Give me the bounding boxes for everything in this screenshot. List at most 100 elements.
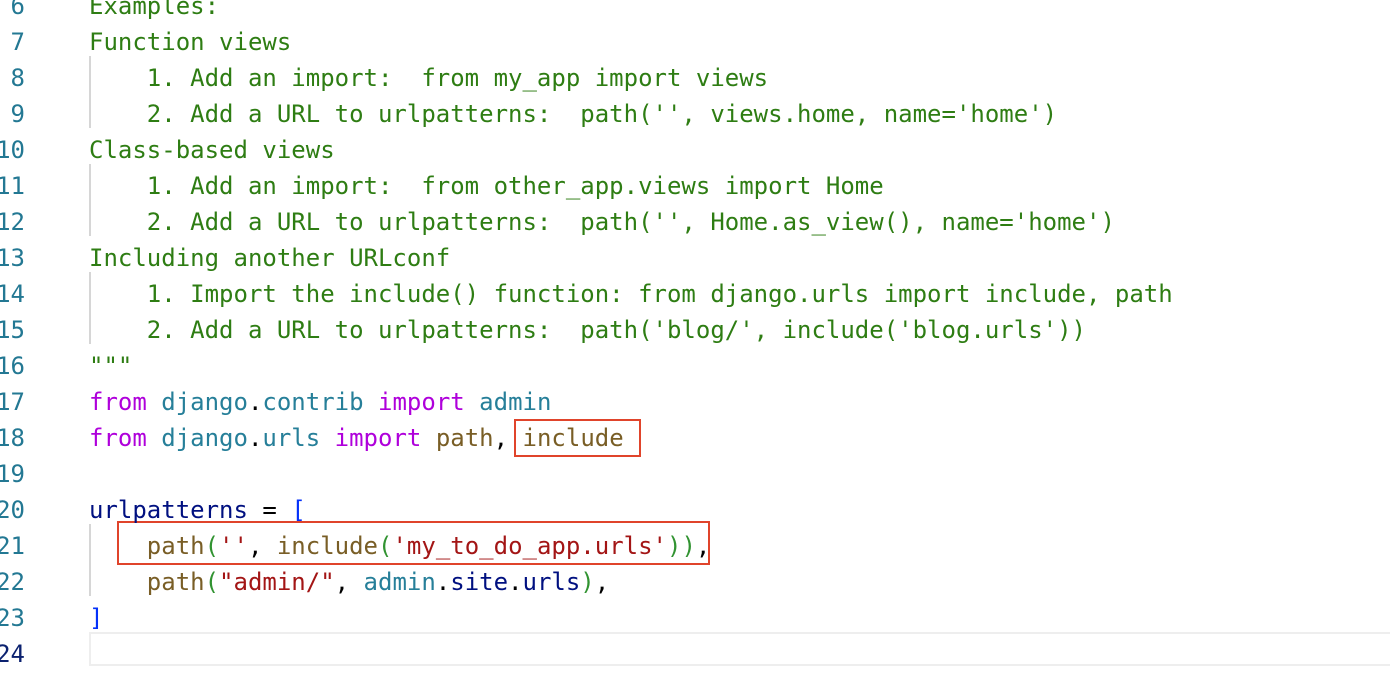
code-token: Including another URLconf xyxy=(89,244,451,272)
code-token: 2. Add a URL to urlpatterns: path('', Ho… xyxy=(89,208,1115,236)
code-token: urlpatterns xyxy=(89,496,248,524)
code-token: ( xyxy=(204,532,220,560)
code-token: import xyxy=(378,388,465,416)
code-token: import xyxy=(334,424,422,452)
code-text: Including another URLconf xyxy=(89,240,450,276)
code-token: urls xyxy=(262,424,321,452)
code-line[interactable]: 22 path("admin/", admin.site.urls), xyxy=(0,564,1390,600)
code-token: Examples: xyxy=(89,0,220,20)
code-text: 2. Add a URL to urlpatterns: path('', Ho… xyxy=(89,204,1115,240)
code-line[interactable]: 7 Function views xyxy=(0,24,1390,60)
code-text: path('', include('my_to_do_app.urls')), xyxy=(89,528,711,564)
code-token: "admin/" xyxy=(219,568,335,596)
code-token: [ xyxy=(291,496,306,524)
code-token: """ xyxy=(89,352,133,380)
line-number: 14 xyxy=(0,280,25,308)
code-token: = xyxy=(247,496,292,524)
code-line[interactable]: 16 """ xyxy=(0,348,1390,384)
code-text: 2. Add a URL to urlpatterns: path('', vi… xyxy=(89,96,1057,132)
code-line[interactable]: 11 1. Add an import: from other_app.view… xyxy=(0,168,1390,204)
code-token: path xyxy=(435,424,494,452)
code-token: Class-based views xyxy=(89,136,335,164)
code-token: Function views xyxy=(89,28,292,56)
code-line[interactable]: 23] xyxy=(0,600,1390,636)
code-line[interactable]: 6 Examples: xyxy=(0,0,1390,24)
code-token: . xyxy=(247,424,263,452)
code-text: Examples: xyxy=(89,0,219,24)
code-token: '' xyxy=(219,532,248,560)
code-token: django xyxy=(161,424,248,452)
code-line[interactable]: 15 2. Add a URL to urlpatterns: path('bl… xyxy=(0,312,1390,348)
code-token: 'my_to_do_app.urls' xyxy=(392,532,668,560)
code-line[interactable]: 24 xyxy=(0,636,1390,672)
code-text: 1. Add an import: from other_app.views i… xyxy=(89,168,884,204)
code-line[interactable]: 20 urlpatterns = [ xyxy=(0,492,1390,528)
code-line[interactable]: 8 1. Add an import: from my_app import v… xyxy=(0,60,1390,96)
line-number: 24 xyxy=(0,640,25,668)
line-number: 20 xyxy=(0,496,25,524)
code-token: , xyxy=(493,424,523,452)
code-token: 2. Add a URL to urlpatterns: path('blog/… xyxy=(89,316,1086,344)
code-token: )) xyxy=(667,532,696,560)
code-text: path("admin/", admin.site.urls), xyxy=(89,564,609,600)
line-number: 21 xyxy=(0,532,25,560)
code-token: 1. Add an import: from other_app.views i… xyxy=(89,172,884,200)
code-token: . xyxy=(508,568,523,596)
code-token: path xyxy=(146,532,205,560)
code-line[interactable]: 14 1. Import the include() function: fro… xyxy=(0,276,1390,312)
code-line[interactable]: 9 2. Add a URL to urlpatterns: path('', … xyxy=(0,96,1390,132)
code-token: ( xyxy=(378,532,393,560)
code-line[interactable]: 13 Including another URLconf xyxy=(0,240,1390,276)
line-number: 16 xyxy=(0,352,25,380)
code-token: ) xyxy=(580,568,595,596)
line-number: 11 xyxy=(0,172,25,200)
code-token: admin xyxy=(363,568,436,596)
line-number: 9 xyxy=(10,100,25,128)
code-line[interactable]: 17 from django.contrib import admin xyxy=(0,384,1390,420)
code-token: , xyxy=(247,532,277,560)
line-number: 22 xyxy=(0,568,25,596)
line-number: 10 xyxy=(0,136,25,164)
code-token: path xyxy=(146,568,205,596)
line-number: 23 xyxy=(0,604,25,632)
code-editor[interactable]: 6 Examples: 7 Function views 8 1. Add an imp… xyxy=(0,0,1390,682)
code-text: """ xyxy=(89,348,132,384)
line-number: 19 xyxy=(0,460,25,488)
code-text: 1. Import the include() function: from d… xyxy=(89,276,1173,312)
code-line[interactable]: 18 from django.urls import path, include xyxy=(0,420,1390,456)
code-text: ] xyxy=(89,600,103,636)
code-token: include xyxy=(276,532,379,560)
code-text: Function views xyxy=(89,24,291,60)
code-token: from xyxy=(89,424,147,452)
code-text: urlpatterns = [ xyxy=(89,492,306,528)
code-line[interactable]: 19 xyxy=(0,456,1390,492)
code-token: , xyxy=(594,568,610,596)
code-token: 1. Import the include() function: from d… xyxy=(89,280,1173,308)
line-number: 15 xyxy=(0,316,25,344)
code-token: ] xyxy=(89,604,104,632)
code-text: Class-based views xyxy=(89,132,335,168)
code-token: ( xyxy=(204,568,220,596)
code-text: 2. Add a URL to urlpatterns: path('blog/… xyxy=(89,312,1086,348)
code-line[interactable]: 10 Class-based views xyxy=(0,132,1390,168)
code-token: urls xyxy=(522,568,581,596)
code-line[interactable]: 12 2. Add a URL to urlpatterns: path('',… xyxy=(0,204,1390,240)
line-number: 7 xyxy=(10,28,25,56)
code-token: . xyxy=(435,568,451,596)
line-number: 12 xyxy=(0,208,25,236)
line-number: 18 xyxy=(0,424,25,452)
line-number: 6 xyxy=(10,0,25,20)
code-text: 1. Add an import: from my_app import vie… xyxy=(89,60,768,96)
code-token: , xyxy=(695,532,711,560)
code-token: django xyxy=(161,388,248,416)
code-token: 1. Add an import: from my_app import vie… xyxy=(89,64,769,92)
line-number: 13 xyxy=(0,244,25,272)
line-number: 8 xyxy=(10,64,25,92)
code-line[interactable]: 21 path('', include('my_to_do_app.urls')… xyxy=(0,528,1390,564)
